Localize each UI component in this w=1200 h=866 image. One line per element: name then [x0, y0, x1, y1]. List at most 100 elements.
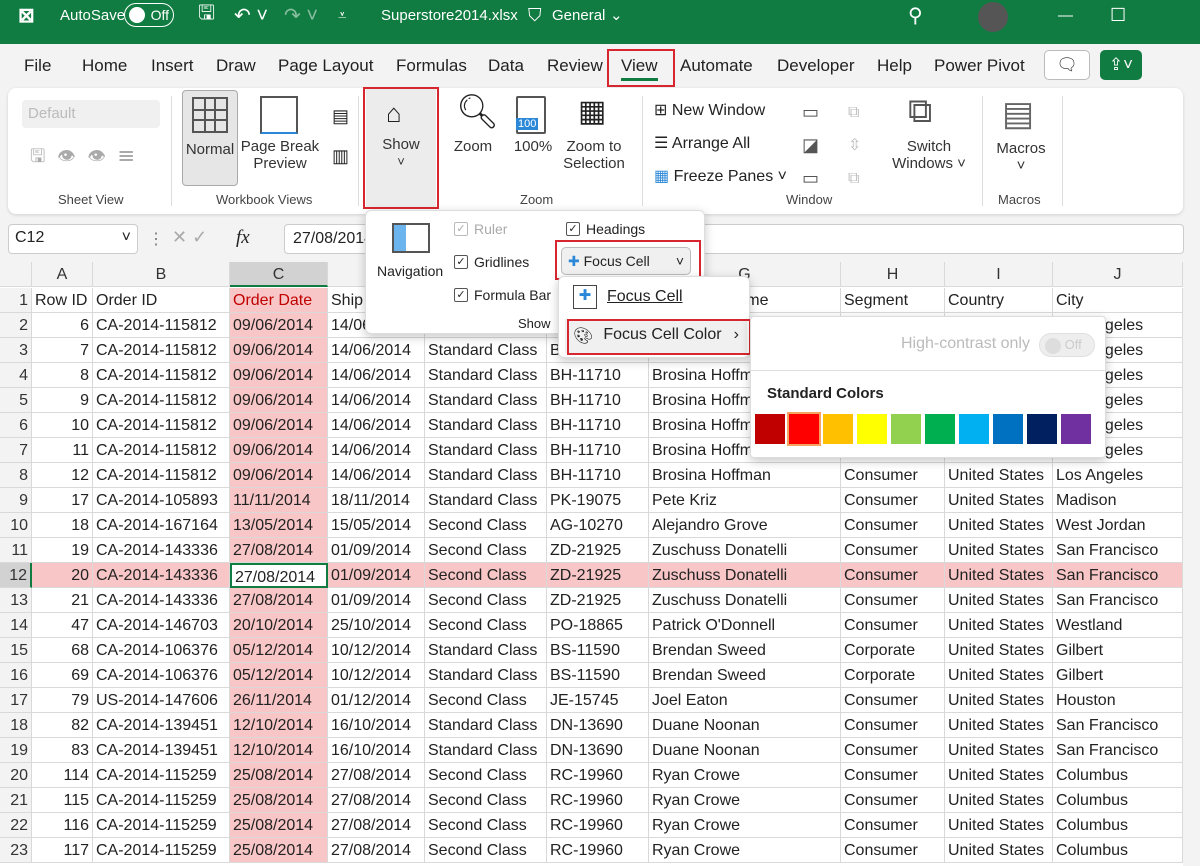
tab-formulas[interactable]: Formulas [396, 56, 467, 76]
table-cell[interactable]: RC-19960 [547, 788, 649, 813]
table-cell[interactable]: 82 [32, 713, 93, 738]
table-cell[interactable]: 17 [32, 488, 93, 513]
table-cell[interactable]: Brendan Sweed [649, 663, 841, 688]
table-cell[interactable]: 25/08/2014 [230, 788, 328, 813]
table-cell[interactable]: San Francisco [1053, 738, 1183, 763]
table-cell[interactable]: Brendan Sweed [649, 638, 841, 663]
color-swatch[interactable] [857, 414, 887, 444]
table-cell[interactable]: 27/08/2014 [230, 563, 328, 588]
tab-insert[interactable]: Insert [151, 56, 194, 76]
table-cell[interactable]: CA-2014-115812 [93, 438, 230, 463]
page-break-preview-button[interactable]: Page Break Preview [240, 138, 320, 172]
normal-view-button[interactable]: Normal [182, 90, 238, 186]
table-cell[interactable]: Westland [1053, 613, 1183, 638]
table-cell[interactable]: 14/06/2014 [328, 388, 425, 413]
insert-function-button[interactable]: fx [236, 227, 250, 249]
save-icon[interactable]: 🖫 [198, 0, 215, 30]
table-cell[interactable]: RC-19960 [547, 813, 649, 838]
table-cell[interactable]: 69 [32, 663, 93, 688]
row-header[interactable]: 10 [0, 513, 32, 538]
table-cell[interactable]: Consumer [841, 688, 945, 713]
table-cell[interactable]: CA-2014-105893 [93, 488, 230, 513]
table-cell[interactable]: Second Class [425, 788, 547, 813]
table-cell[interactable]: 27/08/2014 [328, 788, 425, 813]
table-cell[interactable]: San Francisco [1053, 538, 1183, 563]
table-cell[interactable]: Standard Class [425, 738, 547, 763]
column-header-h[interactable]: H [841, 262, 945, 287]
table-cell[interactable]: 01/09/2014 [328, 538, 425, 563]
table-cell[interactable]: 13/05/2014 [230, 513, 328, 538]
table-cell[interactable]: DN-13690 [547, 713, 649, 738]
row-header[interactable]: 13 [0, 588, 32, 613]
table-cell[interactable]: United States [945, 788, 1053, 813]
table-cell[interactable]: United States [945, 613, 1053, 638]
table-cell[interactable]: Corporate [841, 663, 945, 688]
table-cell[interactable]: Columbus [1053, 788, 1183, 813]
row-header[interactable]: 8 [0, 463, 32, 488]
table-cell[interactable]: 79 [32, 688, 93, 713]
row-header[interactable]: 11 [0, 538, 32, 563]
row-header[interactable]: 6 [0, 413, 32, 438]
comments-button[interactable]: 🗨 [1044, 50, 1090, 80]
tab-home[interactable]: Home [82, 56, 127, 76]
table-cell[interactable]: 26/11/2014 [230, 688, 328, 713]
table-cell[interactable]: BS-11590 [547, 638, 649, 663]
side-by-side-icons[interactable]: ⧉ ⇳ ⧉ [848, 96, 861, 195]
table-cell[interactable]: Consumer [841, 613, 945, 638]
table-cell[interactable]: 05/12/2014 [230, 663, 328, 688]
table-cell[interactable]: RC-19960 [547, 763, 649, 788]
table-cell[interactable]: PO-18865 [547, 613, 649, 638]
name-box[interactable]: C12 ˅ [8, 224, 138, 254]
row-header[interactable]: 12 [0, 563, 32, 588]
table-cell[interactable]: CA-2014-167164 [93, 513, 230, 538]
table-cell[interactable]: Second Class [425, 813, 547, 838]
table-cell[interactable]: United States [945, 688, 1053, 713]
table-cell[interactable]: 09/06/2014 [230, 413, 328, 438]
table-cell[interactable]: San Francisco [1053, 713, 1183, 738]
tab-draw[interactable]: Draw [216, 56, 256, 76]
arrange-all-button[interactable]: ☰ Arrange All [654, 127, 787, 160]
table-cell[interactable]: 27/08/2014 [328, 763, 425, 788]
sensitivity-label[interactable]: General [552, 0, 605, 30]
table-cell[interactable]: 9 [32, 388, 93, 413]
table-cell[interactable]: Standard Class [425, 363, 547, 388]
tab-page-layout[interactable]: Page Layout [278, 56, 373, 76]
table-cell[interactable]: United States [945, 763, 1053, 788]
formula-bar-checkbox[interactable]: ✓ Formula Bar [454, 287, 551, 303]
table-cell[interactable]: CA-2014-115812 [93, 313, 230, 338]
header-cell[interactable]: Row ID [32, 288, 93, 313]
table-cell[interactable]: Gilbert [1053, 663, 1183, 688]
table-cell[interactable]: Second Class [425, 513, 547, 538]
row-header[interactable]: 14 [0, 613, 32, 638]
table-cell[interactable]: Standard Class [425, 463, 547, 488]
table-cell[interactable]: 11 [32, 438, 93, 463]
table-cell[interactable]: 01/09/2014 [328, 588, 425, 613]
tab-developer[interactable]: Developer [777, 56, 855, 76]
color-swatch[interactable] [891, 414, 921, 444]
table-cell[interactable]: United States [945, 713, 1053, 738]
row-header[interactable]: 17 [0, 688, 32, 713]
table-cell[interactable]: San Francisco [1053, 563, 1183, 588]
table-cell[interactable]: United States [945, 663, 1053, 688]
table-cell[interactable]: Consumer [841, 763, 945, 788]
chevron-down-icon[interactable]: ⌄ [610, 0, 623, 30]
freeze-panes-button[interactable]: ▦ Freeze Panes ˅ [654, 160, 787, 193]
tab-data[interactable]: Data [488, 56, 524, 76]
row-header[interactable]: 19 [0, 738, 32, 763]
table-cell[interactable]: 09/06/2014 [230, 338, 328, 363]
table-cell[interactable]: Patrick O'Donnell [649, 613, 841, 638]
new-window-button[interactable]: ⊞ New Window [654, 94, 787, 127]
table-cell[interactable]: 10/12/2014 [328, 638, 425, 663]
page-layout-icon[interactable]: ▤ [332, 106, 349, 127]
table-cell[interactable]: 09/06/2014 [230, 388, 328, 413]
row-header[interactable]: 5 [0, 388, 32, 413]
table-cell[interactable]: BH-11710 [547, 438, 649, 463]
table-cell[interactable]: 6 [32, 313, 93, 338]
table-cell[interactable]: United States [945, 513, 1053, 538]
table-cell[interactable]: Madison [1053, 488, 1183, 513]
table-cell[interactable]: Gilbert [1053, 638, 1183, 663]
table-cell[interactable]: Consumer [841, 538, 945, 563]
tab-review[interactable]: Review [547, 56, 603, 76]
sheet-view-icons[interactable]: 🖫👁👁☰ [30, 144, 147, 174]
split-hide-unhide-icons[interactable]: ▭ ◪ ▭ [802, 96, 819, 195]
